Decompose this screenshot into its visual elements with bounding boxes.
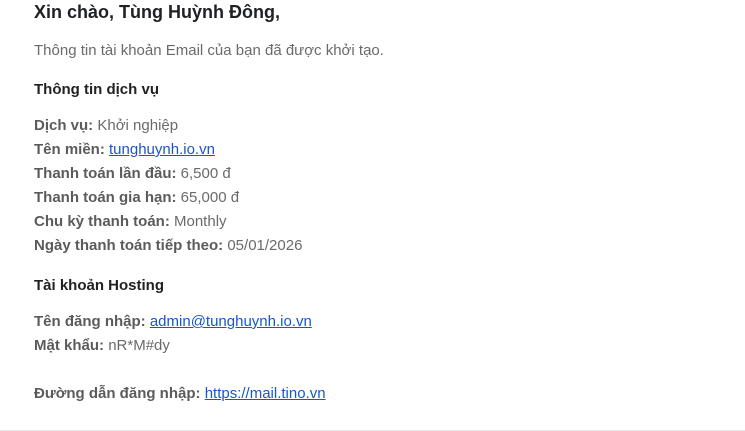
username-link[interactable]: admin@tunghuynh.io.vn bbox=[150, 313, 312, 330]
email-body: Xin chào, Tùng Huỳnh Đông, Thông tin tài… bbox=[0, 0, 745, 431]
intro-text: Thông tin tài khoản Email của bạn đã đượ… bbox=[34, 42, 384, 59]
login-link[interactable]: https://mail.tino.vn bbox=[205, 385, 326, 402]
username-label: Tên đăng nhập: bbox=[34, 313, 146, 330]
username-row: Tên đăng nhập: admin@tunghuynh.io.vn bbox=[34, 310, 312, 334]
password-row: Mật khẩu: nR*M#dy bbox=[34, 334, 312, 358]
first-payment-label: Thanh toán lần đầu: bbox=[34, 165, 177, 182]
login-row: Đường dẫn đăng nhập: https://mail.tino.v… bbox=[34, 382, 326, 406]
login-details: Đường dẫn đăng nhập: https://mail.tino.v… bbox=[34, 382, 326, 406]
billing-cycle-value: Monthly bbox=[174, 213, 227, 230]
hosting-section-title: Tài khoản Hosting bbox=[34, 277, 165, 294]
service-details: Dịch vụ: Khởi nghiệp Tên miền: tunghuynh… bbox=[34, 114, 302, 258]
renewal-label: Thanh toán gia hạn: bbox=[34, 189, 177, 206]
billing-cycle-label: Chu kỳ thanh toán: bbox=[34, 213, 170, 230]
service-row: Dịch vụ: Khởi nghiệp bbox=[34, 114, 302, 138]
next-due-value: 05/01/2026 bbox=[227, 237, 303, 254]
service-section-title: Thông tin dịch vụ bbox=[34, 81, 159, 98]
next-due-row: Ngày thanh toán tiếp theo: 05/01/2026 bbox=[34, 234, 302, 258]
greeting-heading: Xin chào, Tùng Huỳnh Đông, bbox=[34, 2, 280, 22]
domain-row: Tên miền: tunghuynh.io.vn bbox=[34, 138, 302, 162]
password-label: Mật khẩu: bbox=[34, 337, 105, 354]
domain-label: Tên miền: bbox=[34, 141, 105, 158]
service-value: Khởi nghiệp bbox=[97, 117, 179, 134]
password-value: nR*M#dy bbox=[108, 337, 170, 354]
domain-link[interactable]: tunghuynh.io.vn bbox=[109, 141, 215, 158]
login-label: Đường dẫn đăng nhập: bbox=[34, 385, 201, 402]
first-payment-value: 6,500 đ bbox=[180, 165, 231, 182]
billing-cycle-row: Chu kỳ thanh toán: Monthly bbox=[34, 210, 302, 234]
hosting-details: Tên đăng nhập: admin@tunghuynh.io.vn Mật… bbox=[34, 310, 312, 358]
renewal-row: Thanh toán gia hạn: 65,000 đ bbox=[34, 186, 302, 210]
next-due-label: Ngày thanh toán tiếp theo: bbox=[34, 237, 224, 254]
first-payment-row: Thanh toán lần đầu: 6,500 đ bbox=[34, 162, 302, 186]
service-label: Dịch vụ: bbox=[34, 117, 94, 134]
renewal-value: 65,000 đ bbox=[180, 189, 240, 206]
